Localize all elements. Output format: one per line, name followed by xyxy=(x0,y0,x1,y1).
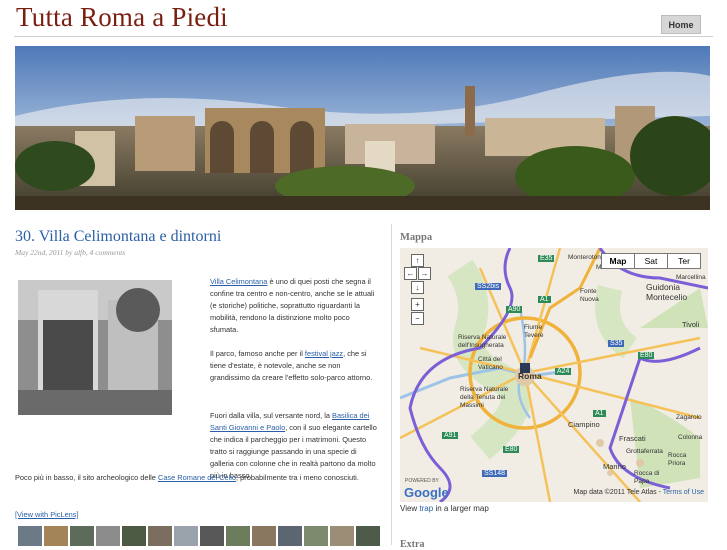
place-label: Zagarolo xyxy=(676,414,702,421)
map-heading: Mappa xyxy=(400,232,433,243)
place-label: Città del Vaticano xyxy=(478,356,503,371)
pan-down-icon[interactable]: ↓ xyxy=(411,281,424,294)
google-logo[interactable]: POWERED BY Google xyxy=(404,478,449,500)
trap-map-link[interactable]: trap xyxy=(419,504,433,513)
embedded-map[interactable]: SS2bis E35 A1 A90 S35 E80 A24 A91 E80 SS… xyxy=(400,248,708,502)
sidebar: Mappa SS2bis E35 A1 A90 S35 E80 A24 A91 … xyxy=(391,224,713,550)
photo-thumbnail[interactable] xyxy=(96,526,120,546)
blog-post: 30. Villa Celimontana e dintorni May 22n… xyxy=(15,228,380,546)
post-meta: May 22nd, 2011 by alfb, 4 comments xyxy=(15,248,126,257)
photo-thumbnail[interactable] xyxy=(330,526,354,546)
road-label: A90 xyxy=(506,306,523,313)
photo-thumbnail[interactable] xyxy=(356,526,380,546)
photo-thumbnail[interactable] xyxy=(70,526,94,546)
pan-right-icon[interactable]: → xyxy=(418,267,431,280)
nav-home-tab[interactable]: Home xyxy=(661,15,701,34)
road-label: A24 xyxy=(555,368,572,375)
view-with-piclens-link[interactable]: [View with PicLens] xyxy=(15,510,79,519)
case-romane-link[interactable]: Case Romane del Celio xyxy=(158,473,236,482)
powered-by-label: POWERED BY xyxy=(405,478,439,484)
road-label: E80 xyxy=(503,446,520,453)
road-label: A91 xyxy=(442,432,459,439)
place-label: Rocca Priora xyxy=(668,452,687,467)
zoom-in-icon[interactable]: + xyxy=(411,298,424,311)
place-label: Fiume Tevere xyxy=(524,324,544,339)
place-label: Guidonia Montecelio xyxy=(646,282,688,302)
map-type-map-button[interactable]: Map xyxy=(601,253,635,269)
post-title[interactable]: 30. Villa Celimontana e dintorni xyxy=(15,228,380,246)
photo-thumbnail[interactable] xyxy=(174,526,198,546)
place-label: Roma xyxy=(518,371,542,381)
post-photo[interactable] xyxy=(18,280,172,415)
road-label: SS148 xyxy=(482,470,508,477)
paragraph-1: Villa Celimontana è uno di quei posti ch… xyxy=(210,277,375,334)
place-label: Ciampino xyxy=(568,420,600,429)
map-type-terrain-button[interactable]: Ter xyxy=(667,253,701,269)
photo-thumbnail[interactable] xyxy=(226,526,250,546)
header-banner-image xyxy=(15,46,710,210)
place-label: Colonna xyxy=(678,434,703,441)
place-label: Marino xyxy=(603,462,626,471)
terms-of-use-link[interactable]: Terms of Use xyxy=(663,489,704,496)
road-label: SS2bis xyxy=(475,283,502,290)
place-label: Grottaferrata xyxy=(626,448,663,455)
road-label: A1 xyxy=(538,296,551,303)
road-label: S35 xyxy=(608,340,625,347)
map-type-satellite-button[interactable]: Sat xyxy=(634,253,668,269)
header-divider xyxy=(14,36,713,37)
place-label: Riserva Naturale della Tenuta dei Massim… xyxy=(460,386,509,409)
place-label: Fonte Nuova xyxy=(580,288,599,303)
photo-thumbnail[interactable] xyxy=(122,526,146,546)
place-label: Rocca di Papa xyxy=(634,470,660,485)
site-title[interactable]: Tutta Roma a Piedi xyxy=(16,2,228,33)
photo-thumbnail[interactable] xyxy=(252,526,276,546)
post-body: Villa Celimontana è uno di quei posti ch… xyxy=(210,276,378,396)
photo-thumbnail-strip xyxy=(18,526,380,546)
paragraph-2: Il parco, famoso anche per il festival j… xyxy=(210,349,373,382)
zoom-out-icon[interactable]: − xyxy=(411,312,424,325)
pan-left-icon[interactable]: ← xyxy=(404,267,417,280)
place-label: Tivoli xyxy=(682,320,700,329)
paragraph-4: Poco più in basso, il sito archeologico … xyxy=(15,473,359,482)
map-attribution: Map data ©2011 Tele Atlas - Terms of Use xyxy=(573,489,704,496)
villa-celimontana-link[interactable]: Villa Celimontana xyxy=(210,277,267,286)
place-label: Marcellina xyxy=(676,274,706,281)
view-larger-map: View trap in a larger map xyxy=(400,504,489,513)
place-label: Riserva Naturale dell'Insugherata xyxy=(458,334,507,349)
road-label: E35 xyxy=(538,255,555,262)
place-label: Frascati xyxy=(619,434,646,443)
photo-thumbnail[interactable] xyxy=(44,526,68,546)
photo-thumbnail[interactable] xyxy=(304,526,328,546)
photo-thumbnail[interactable] xyxy=(278,526,302,546)
road-label: E80 xyxy=(638,352,655,359)
photo-thumbnail[interactable] xyxy=(18,526,42,546)
photo-thumbnail[interactable] xyxy=(148,526,172,546)
festival-jazz-link[interactable]: festival jazz xyxy=(305,349,343,358)
road-label: A1 xyxy=(593,410,606,417)
pan-up-icon[interactable]: ↑ xyxy=(411,254,424,267)
photo-thumbnail[interactable] xyxy=(200,526,224,546)
